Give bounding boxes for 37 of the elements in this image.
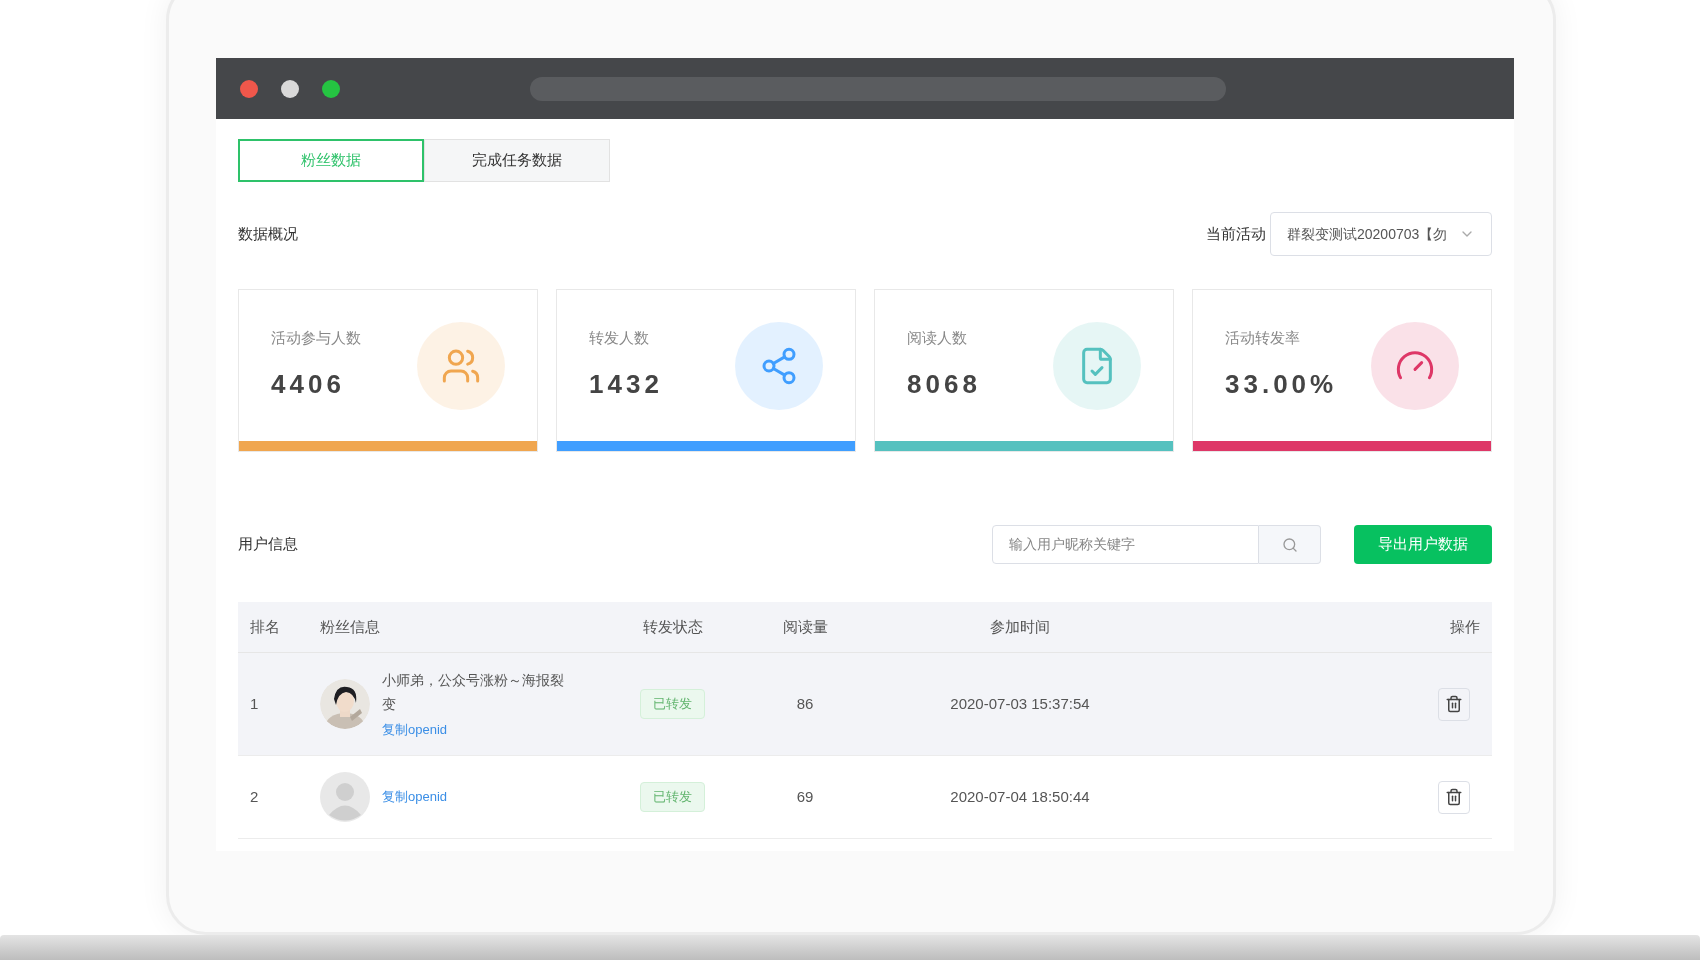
column-header: 阅读量 (782, 616, 828, 637)
delete-button[interactable] (1438, 780, 1470, 814)
column-header: 转发状态 (642, 616, 703, 637)
table-cell-text: 1 (250, 693, 260, 714)
stat-label: 活动转发率 (1225, 327, 1301, 348)
stat-value: 8068 (907, 368, 981, 402)
stat-value: 33.00% (1225, 368, 1338, 402)
nickname: 小师弟，公众号涨粉～海报裂变 (382, 671, 565, 715)
search-icon (1281, 536, 1298, 553)
column-header: 操作 (1450, 616, 1480, 637)
section-title: 用户信息 (238, 534, 299, 555)
table-cell-text: 2 (250, 786, 260, 807)
stat-value: 4406 (271, 368, 346, 402)
table-cell-text: 86 (796, 693, 814, 714)
stat-label: 阅读人数 (907, 327, 968, 348)
column-header: 排名 (250, 616, 281, 637)
copy-openid-link[interactable]: 复制openid (382, 787, 448, 807)
stat-label: 转发人数 (589, 327, 650, 348)
avatar-icon (320, 772, 370, 822)
column-header: 参加时间 (990, 616, 1050, 637)
table-cell-text: 2020-07-04 18:50:44 (950, 786, 1090, 807)
column-header: 粉丝信息 (320, 616, 381, 637)
stat-label: 活动参与人数 (271, 327, 361, 348)
activity-select[interactable]: 群裂变测试20200703【勿 (1270, 212, 1492, 256)
status-tag: 已转发 (640, 782, 705, 812)
status-tag: 已转发 (640, 689, 705, 719)
table-row[interactable]: 1 小师弟，公众号涨粉～海报裂变 复制openid 已转发 86 2020-07-03 15:37:54 (238, 653, 1492, 756)
stat-value: 1432 (589, 368, 663, 402)
table-cell-text: 69 (796, 786, 814, 807)
search-field[interactable]: 输入用户昵称关键字 (992, 525, 1259, 564)
delete-button[interactable] (1438, 687, 1470, 721)
table-cell-text: 2020-07-03 15:37:54 (950, 693, 1090, 714)
trash-icon (1445, 695, 1463, 713)
activity-label: 当前活动 (1206, 223, 1266, 244)
section-title: 数据概况 (238, 223, 298, 244)
tab[interactable]: 完成任务数据 (424, 139, 610, 182)
trash-icon (1445, 788, 1463, 806)
